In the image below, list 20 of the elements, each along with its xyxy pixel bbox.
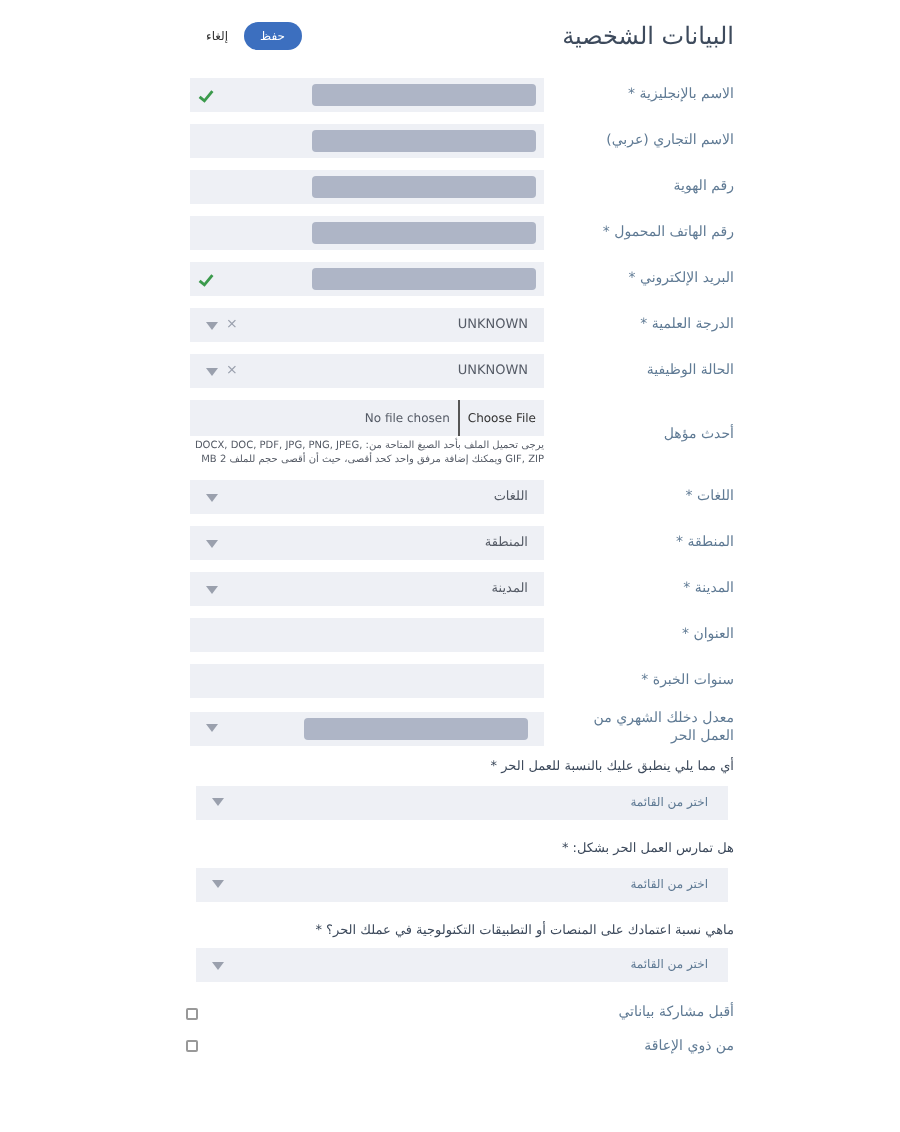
caret-icon bbox=[206, 493, 218, 501]
caret-icon bbox=[206, 585, 218, 593]
caret-icon bbox=[212, 798, 224, 807]
text-field[interactable] bbox=[190, 262, 544, 296]
text-field[interactable] bbox=[190, 170, 544, 204]
text-field[interactable] bbox=[190, 78, 544, 112]
page-title: البيانات الشخصية bbox=[562, 20, 734, 54]
check-icon bbox=[198, 271, 214, 287]
text-field[interactable] bbox=[190, 216, 544, 250]
caret-icon bbox=[212, 880, 224, 888]
check-icon bbox=[198, 87, 214, 103]
caret-icon bbox=[212, 961, 224, 970]
caret-icon bbox=[206, 321, 218, 329]
caret-icon bbox=[206, 724, 218, 732]
caret-icon bbox=[206, 539, 218, 547]
select-field[interactable] bbox=[190, 711, 544, 745]
checkbox[interactable] bbox=[186, 1007, 198, 1019]
caret-icon bbox=[206, 367, 218, 375]
checkbox[interactable] bbox=[186, 1040, 198, 1052]
text-field[interactable] bbox=[190, 124, 544, 158]
